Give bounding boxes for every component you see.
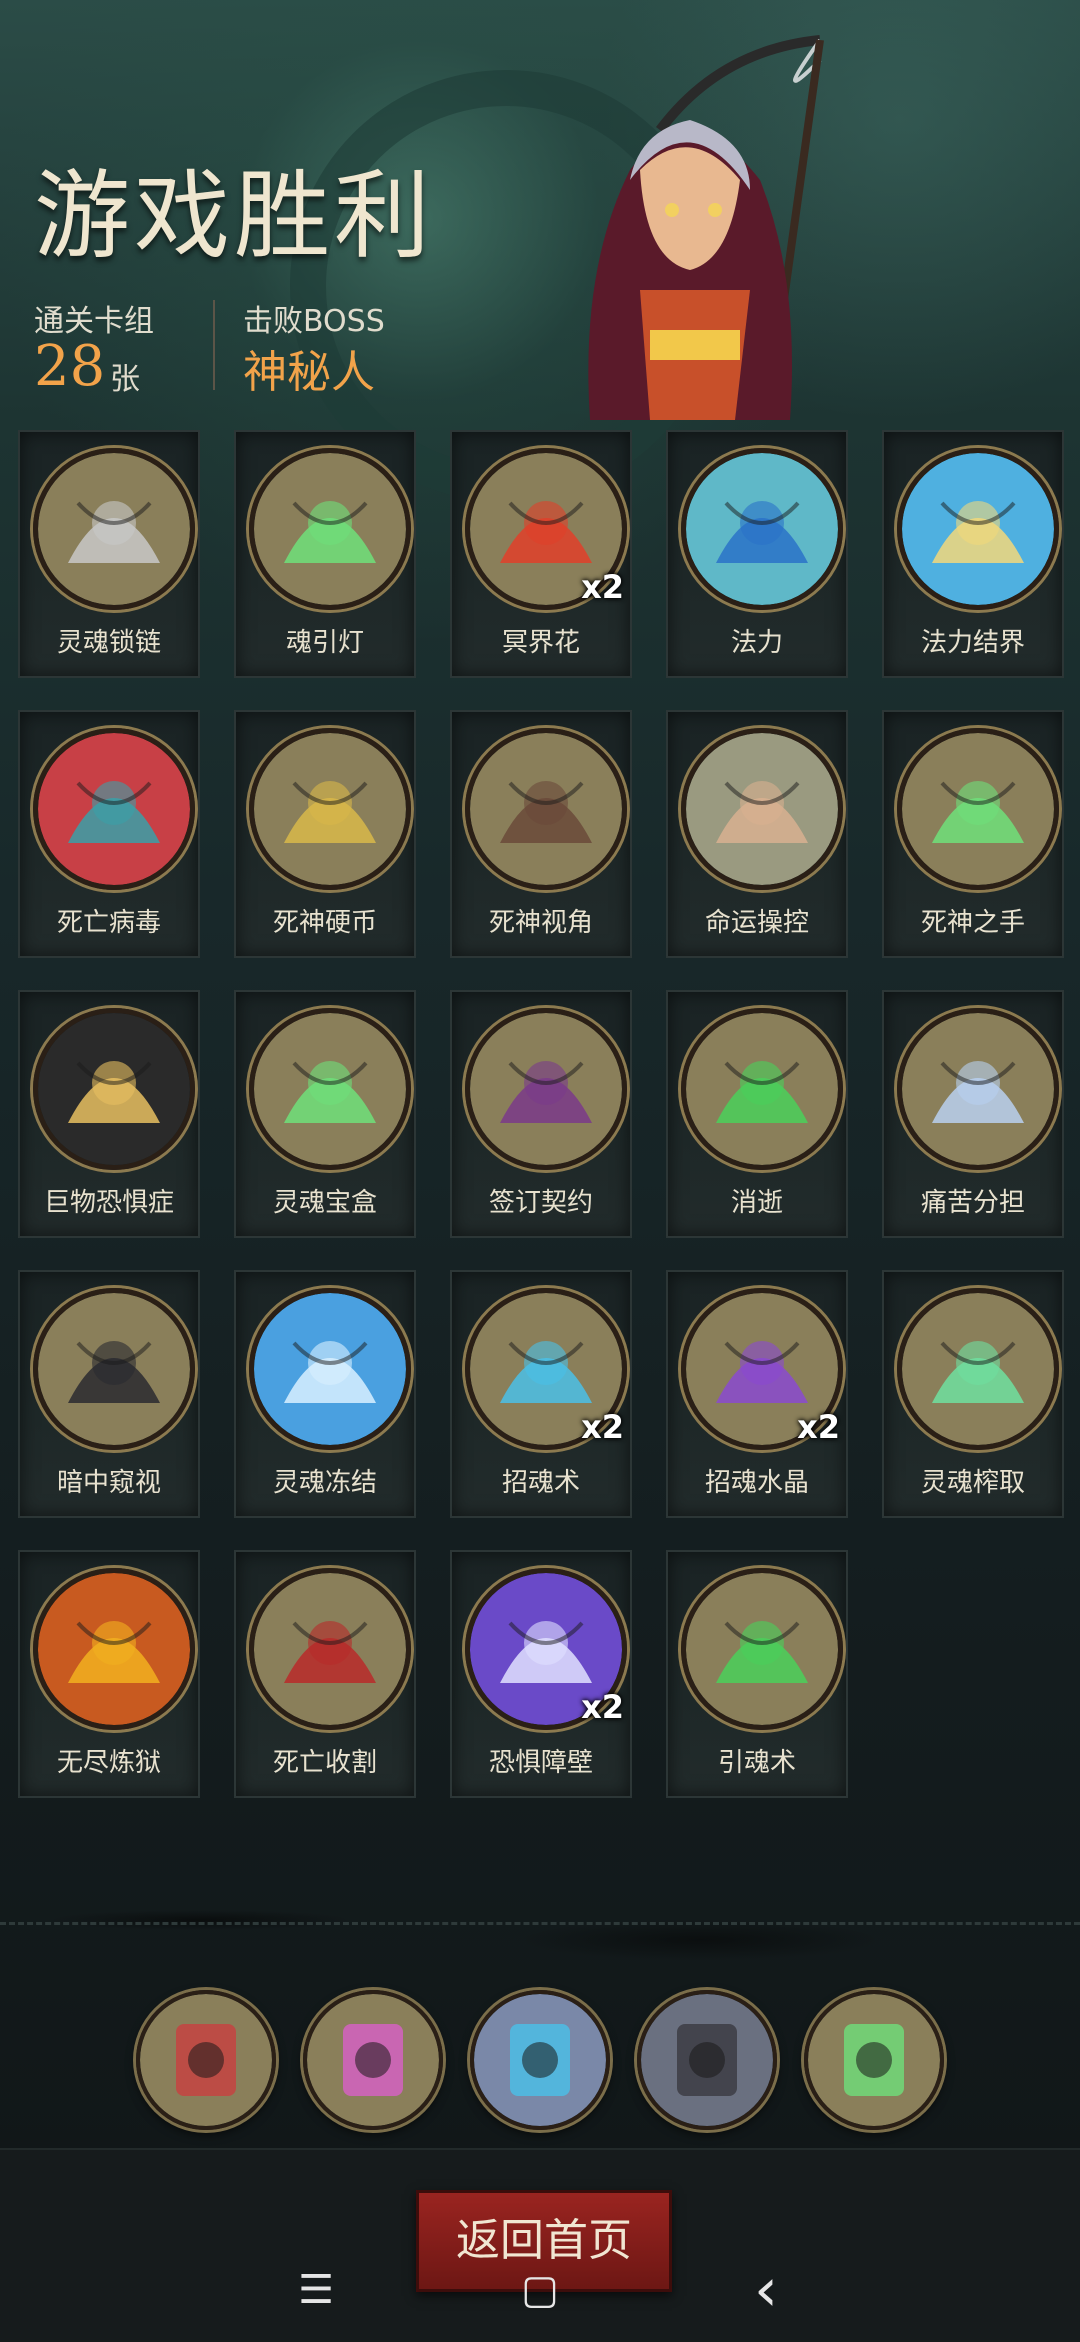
card-art-icon: [681, 1008, 843, 1170]
victory-title: 游戏胜利: [34, 160, 434, 272]
card-art-icon: [33, 728, 195, 890]
card-art-icon: [681, 448, 843, 610]
deck-card[interactable]: 灵魂宝盒: [234, 990, 416, 1238]
card-label: 灵魂冻结: [272, 1468, 377, 1498]
deck-card[interactable]: 死亡收割: [234, 1550, 416, 1798]
deck-card[interactable]: 巨物恐惧症: [18, 990, 200, 1238]
card-label: 招魂水晶: [704, 1468, 809, 1498]
card-art-icon: [33, 1568, 195, 1730]
card-label: 引魂术: [717, 1748, 796, 1778]
card-art-icon: [681, 1568, 843, 1730]
card-label: 无尽炼狱: [56, 1748, 161, 1778]
card-label: 灵魂锁链: [56, 628, 161, 658]
deck-card[interactable]: 消逝: [666, 990, 848, 1238]
menu-icon[interactable]: ☰: [276, 2250, 356, 2330]
deck-card[interactable]: 痛苦分担: [882, 990, 1064, 1238]
card-art-icon: [33, 448, 195, 610]
deck-card[interactable]: 招魂术 x2: [450, 1270, 632, 1518]
deck-card[interactable]: 引魂术: [666, 1550, 848, 1798]
soul-card-relic-icon[interactable]: [136, 1990, 276, 2130]
deck-card[interactable]: 招魂水晶 x2: [666, 1270, 848, 1518]
grim-reaper-hero-art: [588, 35, 824, 420]
deck-card[interactable]: 灵魂冻结: [234, 1270, 416, 1518]
card-label: 法力结界: [920, 628, 1025, 658]
system-navigation-bar: ☰ ▢ ‹: [0, 2240, 1080, 2340]
card-label: 招魂术: [501, 1468, 580, 1498]
card-label: 灵魂宝盒: [272, 1188, 377, 1218]
card-label: 痛苦分担: [920, 1188, 1025, 1218]
deck-card[interactable]: 冥界花 x2: [450, 430, 632, 678]
dark-cloud-relic-icon[interactable]: [637, 1990, 777, 2130]
deck-card[interactable]: 暗中窥视: [18, 1270, 200, 1518]
deck-card[interactable]: 死神硬币: [234, 710, 416, 958]
deck-card[interactable]: 死亡病毒: [18, 710, 200, 958]
card-art-icon: [249, 1288, 411, 1450]
card-label: 法力: [730, 628, 783, 658]
card-art-icon: [465, 728, 627, 890]
card-label: 死神硬币: [272, 908, 377, 938]
deck-card[interactable]: 灵魂锁链: [18, 430, 200, 678]
home-square-icon[interactable]: ▢: [500, 2250, 580, 2330]
card-count-badge: x2: [581, 568, 624, 606]
card-art-icon: [33, 1008, 195, 1170]
card-label: 命运操控: [704, 908, 809, 938]
card-art-icon: [681, 728, 843, 890]
deck-count-unit: 张: [110, 362, 140, 397]
card-label: 暗中窥视: [56, 1468, 161, 1498]
card-art-icon: [465, 1008, 627, 1170]
deck-card[interactable]: 命运操控: [666, 710, 848, 958]
zombie-doctor-relic-icon[interactable]: [804, 1990, 944, 2130]
relic-row: [136, 1990, 946, 2130]
card-label: 冥界花: [501, 628, 580, 658]
stat-divider: [213, 300, 215, 390]
card-art-icon: [249, 728, 411, 890]
deck-card[interactable]: 死神之手: [882, 710, 1064, 958]
lightning-compass-relic-icon[interactable]: [470, 1990, 610, 2130]
deck-card[interactable]: 灵魂榨取: [882, 1270, 1064, 1518]
card-label: 死神视角: [488, 908, 593, 938]
deck-card[interactable]: 法力结界: [882, 430, 1064, 678]
card-label: 死神之手: [920, 908, 1025, 938]
card-label: 恐惧障壁: [488, 1748, 593, 1778]
deck-count-value: 28: [34, 334, 106, 399]
balloon-clown-relic-icon[interactable]: [303, 1990, 443, 2130]
deck-card[interactable]: 签订契约: [450, 990, 632, 1238]
deck-card[interactable]: 法力: [666, 430, 848, 678]
graveyard-silhouette: [0, 1860, 1080, 1980]
defeated-boss-name: 神秘人: [243, 347, 375, 398]
card-art-icon: [897, 448, 1059, 610]
card-art-icon: [249, 1568, 411, 1730]
defeated-boss-label: 击败BOSS: [243, 304, 385, 339]
deck-card[interactable]: 无尽炼狱: [18, 1550, 200, 1798]
card-art-icon: [897, 1008, 1059, 1170]
card-label: 灵魂榨取: [920, 1468, 1025, 1498]
card-art-icon: [897, 1288, 1059, 1450]
deck-card[interactable]: 恐惧障壁 x2: [450, 1550, 632, 1798]
card-label: 消逝: [730, 1188, 783, 1218]
card-label: 死亡收割: [272, 1748, 377, 1778]
victory-header: 游戏胜利 通关卡组 28 张 击败BOSS 神秘人: [0, 0, 1080, 420]
section-divider: [0, 1922, 1080, 1925]
card-label: 巨物恐惧症: [43, 1188, 174, 1218]
back-chevron-icon[interactable]: ‹: [726, 2250, 806, 2330]
card-count-badge: x2: [797, 1408, 840, 1446]
card-label: 签订契约: [488, 1188, 593, 1218]
deck-card[interactable]: 死神视角: [450, 710, 632, 958]
card-label: 死亡病毒: [56, 908, 161, 938]
card-art-icon: [249, 1008, 411, 1170]
card-count-badge: x2: [581, 1688, 624, 1726]
card-art-icon: [33, 1288, 195, 1450]
card-count-badge: x2: [581, 1408, 624, 1446]
card-label: 魂引灯: [285, 628, 364, 658]
card-art-icon: [897, 728, 1059, 890]
deck-card[interactable]: 魂引灯: [234, 430, 416, 678]
card-art-icon: [249, 448, 411, 610]
